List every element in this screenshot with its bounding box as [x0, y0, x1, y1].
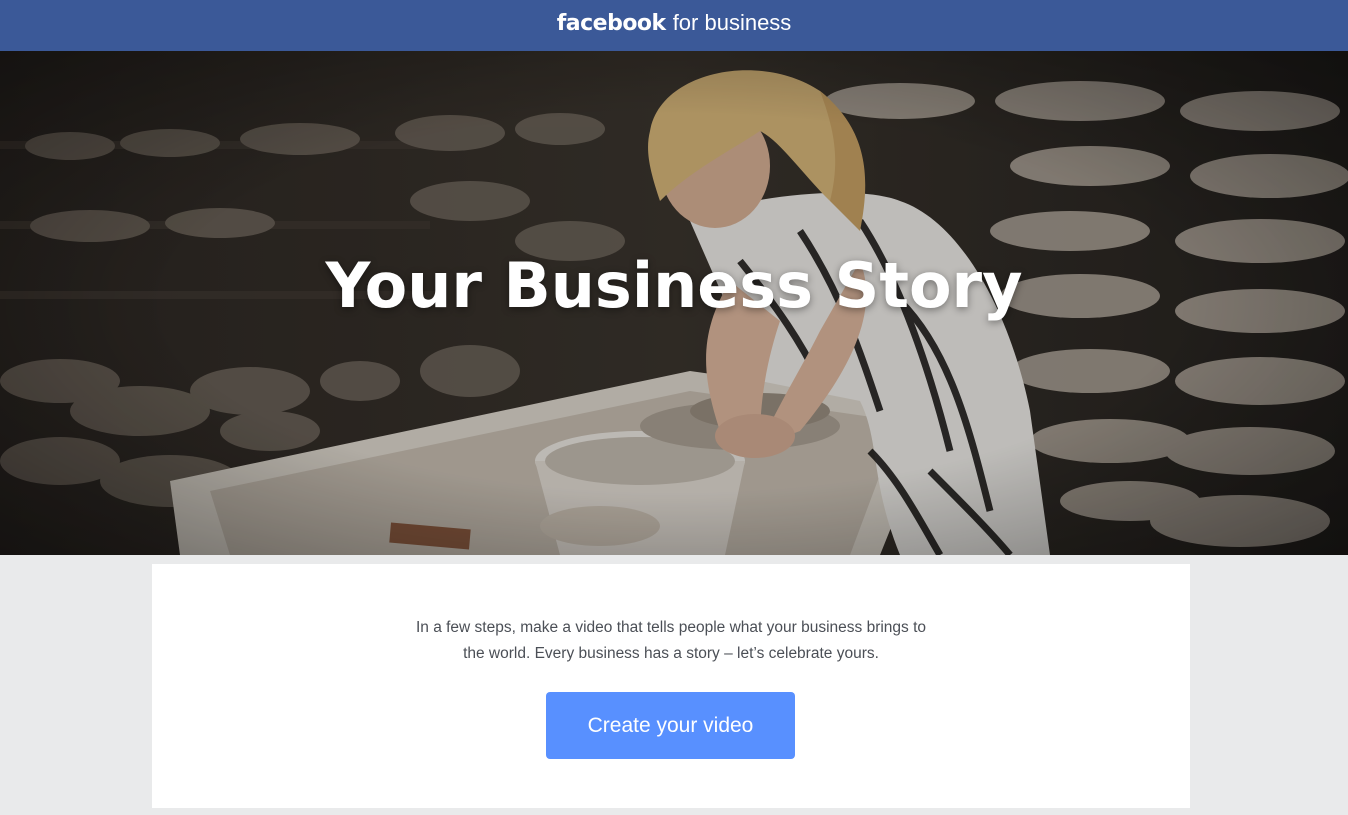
create-video-button[interactable]: Create your video	[546, 692, 795, 759]
hero-title: Your Business Story	[325, 249, 1023, 322]
intro-card: In a few steps, make a video that tells …	[152, 564, 1190, 808]
facebook-wordmark: facebook	[556, 11, 667, 36]
intro-description-line-1: In a few steps, make a video that tells …	[415, 619, 927, 636]
intro-description-line-2: the world. Every business has a story – …	[463, 645, 879, 662]
top-header-bar: facebook for business	[0, 0, 1348, 51]
intro-description: In a few steps, make a video that tells …	[152, 615, 1190, 667]
hero-banner: Your Business Story	[0, 51, 1348, 555]
facebook-for-business-logo[interactable]: facebook for business	[557, 10, 792, 36]
for-business-label: for business	[672, 10, 792, 35]
